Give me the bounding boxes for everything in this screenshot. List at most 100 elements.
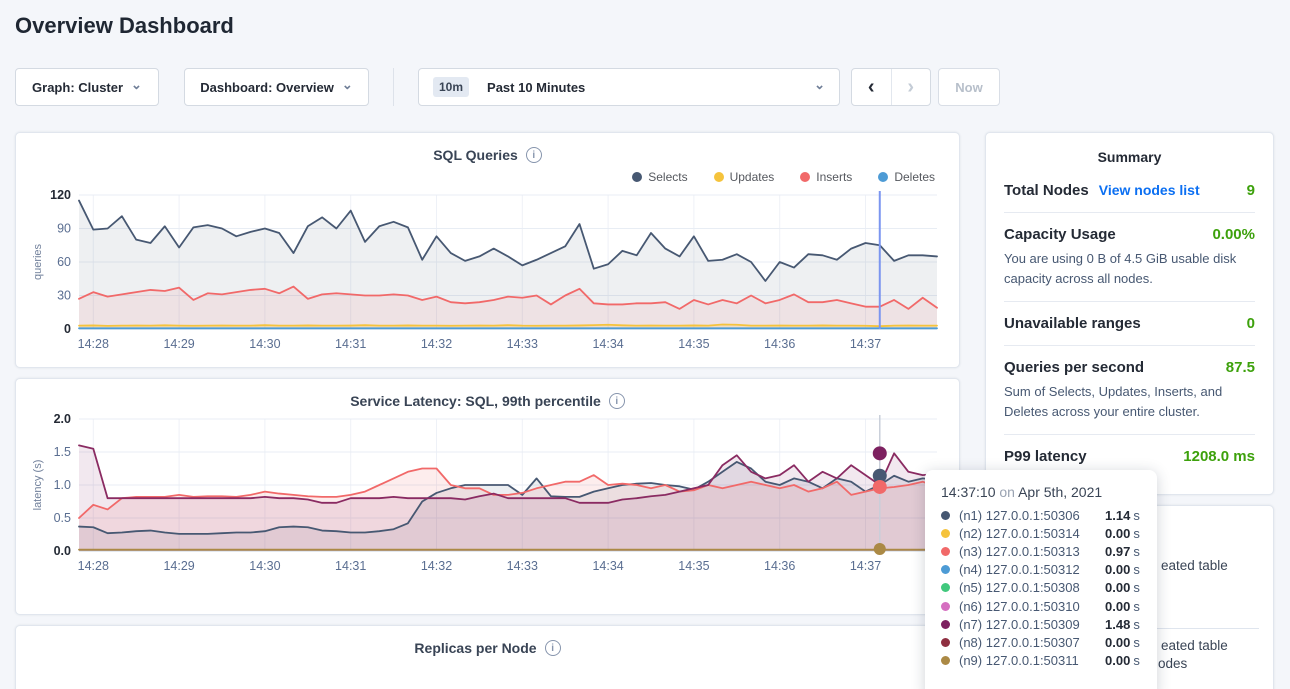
chevron-right-icon: › <box>907 76 914 99</box>
now-button[interactable]: Now <box>938 68 1000 106</box>
tooltip-node-row: (n2) 127.0.0.1:503140.00s <box>941 524 1141 542</box>
sql-queries-title: SQL Queries i <box>16 147 959 163</box>
svg-text:14:30: 14:30 <box>249 337 280 351</box>
event-item-fragment[interactable]: odes <box>1158 656 1187 671</box>
unavailable-ranges-label: Unavailable ranges <box>1004 315 1141 332</box>
node-color-dot-icon <box>941 547 950 556</box>
legend-label: Inserts <box>816 170 852 184</box>
node-latency-unit: s <box>1133 580 1140 595</box>
svg-text:latency (s): latency (s) <box>32 460 44 511</box>
node-color-dot-icon <box>941 620 950 629</box>
legend-item-updates[interactable]: Updates <box>714 169 775 185</box>
tooltip-node-row: (n4) 127.0.0.1:503120.00s <box>941 561 1141 579</box>
node-address: (n1) 127.0.0.1:50306 <box>959 508 1105 523</box>
svg-text:14:33: 14:33 <box>507 559 538 573</box>
summary-card: Summary Total Nodes View nodes list 9 Ca… <box>985 132 1274 495</box>
node-latency-value: 0.00 <box>1105 580 1130 595</box>
svg-text:0: 0 <box>64 322 71 336</box>
info-icon[interactable]: i <box>609 393 625 409</box>
node-address: (n7) 127.0.0.1:50309 <box>959 617 1105 632</box>
legend-label: Selects <box>648 170 687 184</box>
total-nodes-value: 9 <box>1247 182 1255 199</box>
page-title: Overview Dashboard <box>15 13 234 39</box>
chart-hover-tooltip: 14:37:10 on Apr 5th, 2021 (n1) 127.0.0.1… <box>925 470 1157 689</box>
capacity-usage-desc: You are using 0 B of 4.5 GiB usable disk… <box>1004 249 1255 288</box>
svg-text:2.0: 2.0 <box>54 412 71 426</box>
sql-queries-card: SQL Queries i Selects Updates Inserts Delet… <box>15 132 960 368</box>
graph-dropdown[interactable]: Graph: Cluster ⌄ <box>15 68 159 106</box>
node-latency-unit: s <box>1133 508 1140 523</box>
node-latency-value: 0.00 <box>1105 562 1130 577</box>
view-nodes-list-link[interactable]: View nodes list <box>1099 182 1200 198</box>
legend-dot-icon <box>800 172 810 182</box>
time-step-buttons: ‹ › <box>851 68 931 106</box>
svg-text:14:35: 14:35 <box>678 337 709 351</box>
qps-label: Queries per second <box>1004 359 1144 376</box>
svg-text:queries: queries <box>32 243 44 280</box>
svg-text:14:35: 14:35 <box>678 559 709 573</box>
svg-text:14:37: 14:37 <box>850 559 881 573</box>
node-color-dot-icon <box>941 602 950 611</box>
chevron-left-icon: ‹ <box>868 76 875 99</box>
tooltip-node-row: (n7) 127.0.0.1:503091.48s <box>941 615 1141 633</box>
overview-dashboard-page: Overview Dashboard Graph: Cluster ⌄ Dash… <box>0 0 1290 689</box>
node-address: (n9) 127.0.0.1:50311 <box>959 653 1105 668</box>
unavailable-ranges-value: 0 <box>1247 315 1255 332</box>
node-latency-unit: s <box>1133 617 1140 632</box>
sql-queries-chart[interactable]: 14:2814:2914:3014:3114:3214:3314:3414:35… <box>27 187 948 355</box>
node-color-dot-icon <box>941 638 950 647</box>
tooltip-node-row: (n3) 127.0.0.1:503130.97s <box>941 542 1141 560</box>
node-color-dot-icon <box>941 529 950 538</box>
svg-text:14:29: 14:29 <box>163 337 194 351</box>
p99-latency-value: 1208.0 ms <box>1183 448 1255 465</box>
legend-dot-icon <box>714 172 724 182</box>
legend-label: Deletes <box>894 170 935 184</box>
svg-text:14:34: 14:34 <box>592 337 623 351</box>
p99-latency-label: P99 latency <box>1004 448 1087 465</box>
legend-item-deletes[interactable]: Deletes <box>878 169 935 185</box>
svg-text:14:30: 14:30 <box>249 559 280 573</box>
qps-value: 87.5 <box>1226 359 1255 376</box>
node-address: (n6) 127.0.0.1:50310 <box>959 599 1105 614</box>
node-latency-value: 0.97 <box>1105 544 1130 559</box>
tooltip-date: Apr 5th, 2021 <box>1018 484 1102 500</box>
time-range-label: Past 10 Minutes <box>487 80 585 95</box>
total-nodes-label: Total Nodes <box>1004 182 1089 199</box>
summary-title: Summary <box>1004 149 1255 165</box>
service-latency-card: Service Latency: SQL, 99th percentile i … <box>15 378 960 615</box>
legend-item-selects[interactable]: Selects <box>632 169 687 185</box>
node-latency-unit: s <box>1133 526 1140 541</box>
tooltip-node-row: (n5) 127.0.0.1:503080.00s <box>941 579 1141 597</box>
svg-text:1.0: 1.0 <box>54 478 71 492</box>
time-range-dropdown[interactable]: 10m Past 10 Minutes ⌄ <box>418 68 840 106</box>
time-forward-button[interactable]: › <box>892 69 931 105</box>
service-latency-chart[interactable]: 14:2814:2914:3014:3114:3214:3314:3414:35… <box>27 411 948 577</box>
node-latency-unit: s <box>1133 599 1140 614</box>
node-color-dot-icon <box>941 565 950 574</box>
capacity-usage-value: 0.00% <box>1212 226 1255 243</box>
node-latency-value: 0.00 <box>1105 635 1130 650</box>
node-latency-value: 1.14 <box>1105 508 1130 523</box>
event-item-fragment[interactable]: eated table <box>1161 638 1228 653</box>
dashboard-dropdown[interactable]: Dashboard: Overview ⌄ <box>184 68 369 106</box>
svg-text:14:32: 14:32 <box>421 559 452 573</box>
svg-text:14:31: 14:31 <box>335 337 366 351</box>
toolbar-divider <box>393 68 394 106</box>
info-icon[interactable]: i <box>545 640 561 656</box>
chevron-down-icon: ⌄ <box>342 80 353 90</box>
tooltip-node-row: (n6) 127.0.0.1:503100.00s <box>941 597 1141 615</box>
legend-item-inserts[interactable]: Inserts <box>800 169 852 185</box>
time-back-button[interactable]: ‹ <box>852 69 892 105</box>
summary-row-unavailable-ranges: Unavailable ranges 0 <box>1004 302 1255 346</box>
node-address: (n3) 127.0.0.1:50313 <box>959 544 1105 559</box>
service-latency-title: Service Latency: SQL, 99th percentile i <box>16 393 959 409</box>
svg-text:60: 60 <box>57 255 71 269</box>
tooltip-timestamp: 14:37:10 on Apr 5th, 2021 <box>941 484 1141 500</box>
capacity-usage-label: Capacity Usage <box>1004 226 1116 243</box>
summary-row-total-nodes: Total Nodes View nodes list 9 <box>1004 169 1255 213</box>
info-icon[interactable]: i <box>526 147 542 163</box>
event-item-fragment[interactable]: eated table <box>1161 558 1228 573</box>
sql-queries-legend: Selects Updates Inserts Deletes <box>16 169 935 185</box>
tooltip-node-row: (n9) 127.0.0.1:503110.00s <box>941 652 1141 670</box>
toolbar: Graph: Cluster ⌄ Dashboard: Overview ⌄ 1… <box>0 68 1290 106</box>
